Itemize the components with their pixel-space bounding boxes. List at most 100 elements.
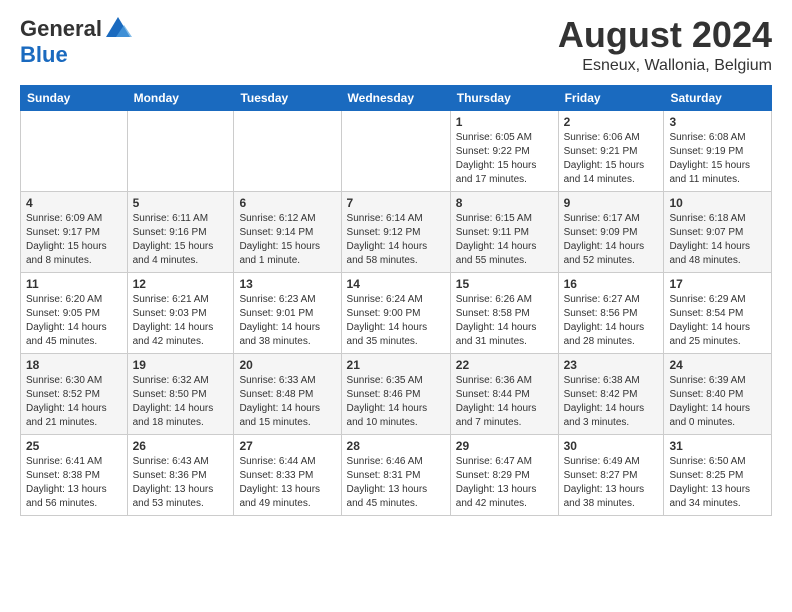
day-info: Sunrise: 6:24 AM Sunset: 9:00 PM Dayligh… bbox=[347, 293, 445, 349]
day-number: 11 bbox=[26, 277, 122, 291]
title-block: August 2024 Esneux, Wallonia, Belgium bbox=[558, 15, 772, 75]
week-row-1: 1Sunrise: 6:05 AM Sunset: 9:22 PM Daylig… bbox=[21, 110, 772, 191]
day-number: 28 bbox=[347, 439, 445, 453]
day-cell: 10Sunrise: 6:18 AM Sunset: 9:07 PM Dayli… bbox=[664, 191, 772, 272]
day-cell: 11 Sunrise: 6:20 AM Sunset: 9:05 PM Dayli… bbox=[21, 272, 128, 353]
day-info: Sunrise: 6:27 AM Sunset: 8:56 PM Dayligh… bbox=[564, 293, 659, 349]
day-cell bbox=[21, 110, 128, 191]
weekday-header-friday: Friday bbox=[558, 85, 664, 110]
day-number: 31 bbox=[669, 439, 766, 453]
day-cell: 20Sunrise: 6:33 AM Sunset: 8:48 PM Dayli… bbox=[234, 353, 341, 434]
day-number: 5 bbox=[133, 196, 229, 210]
day-cell: 28 Sunrise: 6:46 AM Sunset: 8:31 PM Dayli… bbox=[341, 434, 450, 515]
day-info: Sunrise: 6:30 AM Sunset: 8:52 PM Dayligh… bbox=[26, 374, 122, 430]
day-cell: 19 Sunrise: 6:32 AM Sunset: 8:50 PM Dayli… bbox=[127, 353, 234, 434]
location: Esneux, Wallonia, Belgium bbox=[558, 57, 772, 75]
logo: General Blue bbox=[20, 15, 132, 67]
day-cell bbox=[341, 110, 450, 191]
day-cell: 5 Sunrise: 6:11 AM Sunset: 9:16 PM Daylig… bbox=[127, 191, 234, 272]
day-number: 14 bbox=[347, 277, 445, 291]
weekday-header-monday: Monday bbox=[127, 85, 234, 110]
day-cell: 4 Sunrise: 6:09 AM Sunset: 9:17 PM Daylig… bbox=[21, 191, 128, 272]
day-cell: 9 Sunrise: 6:17 AM Sunset: 9:09 PM Daylig… bbox=[558, 191, 664, 272]
day-info: Sunrise: 6:35 AM Sunset: 8:46 PM Dayligh… bbox=[347, 374, 445, 430]
day-number: 30 bbox=[564, 439, 659, 453]
day-number: 12 bbox=[133, 277, 229, 291]
day-cell: 14 Sunrise: 6:24 AM Sunset: 9:00 PM Dayli… bbox=[341, 272, 450, 353]
day-info: Sunrise: 6:43 AM Sunset: 8:36 PM Dayligh… bbox=[133, 455, 229, 511]
day-number: 21 bbox=[347, 358, 445, 372]
day-number: 18 bbox=[26, 358, 122, 372]
day-cell: 8 Sunrise: 6:15 AM Sunset: 9:11 PM Daylig… bbox=[450, 191, 558, 272]
day-number: 13 bbox=[239, 277, 335, 291]
day-cell: 26Sunrise: 6:43 AM Sunset: 8:36 PM Dayli… bbox=[127, 434, 234, 515]
day-cell: 31 Sunrise: 6:50 AM Sunset: 8:25 PM Dayli… bbox=[664, 434, 772, 515]
day-info: Sunrise: 6:49 AM Sunset: 8:27 PM Dayligh… bbox=[564, 455, 659, 511]
day-info: Sunrise: 6:17 AM Sunset: 9:09 PM Dayligh… bbox=[564, 212, 659, 268]
day-info: Sunrise: 6:15 AM Sunset: 9:11 PM Dayligh… bbox=[456, 212, 553, 268]
weekday-header-wednesday: Wednesday bbox=[341, 85, 450, 110]
weekday-header-saturday: Saturday bbox=[664, 85, 772, 110]
logo-blue: Blue bbox=[20, 43, 132, 67]
day-info: Sunrise: 6:12 AM Sunset: 9:14 PM Dayligh… bbox=[239, 212, 335, 268]
day-info: Sunrise: 6:46 AM Sunset: 8:31 PM Dayligh… bbox=[347, 455, 445, 511]
day-info: Sunrise: 6:18 AM Sunset: 9:07 PM Dayligh… bbox=[669, 212, 766, 268]
day-cell: 23 Sunrise: 6:38 AM Sunset: 8:42 PM Dayli… bbox=[558, 353, 664, 434]
day-number: 2 bbox=[564, 115, 659, 129]
day-info: Sunrise: 6:39 AM Sunset: 8:40 PM Dayligh… bbox=[669, 374, 766, 430]
day-info: Sunrise: 6:11 AM Sunset: 9:16 PM Dayligh… bbox=[133, 212, 229, 268]
weekday-header-row: SundayMondayTuesdayWednesdayThursdayFrid… bbox=[21, 85, 772, 110]
day-number: 7 bbox=[347, 196, 445, 210]
day-number: 9 bbox=[564, 196, 659, 210]
weekday-header-tuesday: Tuesday bbox=[234, 85, 341, 110]
day-cell: 13Sunrise: 6:23 AM Sunset: 9:01 PM Dayli… bbox=[234, 272, 341, 353]
day-cell: 30 Sunrise: 6:49 AM Sunset: 8:27 PM Dayli… bbox=[558, 434, 664, 515]
day-number: 8 bbox=[456, 196, 553, 210]
day-number: 25 bbox=[26, 439, 122, 453]
day-info: Sunrise: 6:36 AM Sunset: 8:44 PM Dayligh… bbox=[456, 374, 553, 430]
day-info: Sunrise: 6:26 AM Sunset: 8:58 PM Dayligh… bbox=[456, 293, 553, 349]
day-info: Sunrise: 6:09 AM Sunset: 9:17 PM Dayligh… bbox=[26, 212, 122, 268]
week-row-5: 25 Sunrise: 6:41 AM Sunset: 8:38 PM Dayli… bbox=[21, 434, 772, 515]
day-cell: 15 Sunrise: 6:26 AM Sunset: 8:58 PM Dayli… bbox=[450, 272, 558, 353]
day-number: 15 bbox=[456, 277, 553, 291]
day-number: 24 bbox=[669, 358, 766, 372]
day-cell: 22 Sunrise: 6:36 AM Sunset: 8:44 PM Dayli… bbox=[450, 353, 558, 434]
day-cell: 6Sunrise: 6:12 AM Sunset: 9:14 PM Daylig… bbox=[234, 191, 341, 272]
day-cell: 29Sunrise: 6:47 AM Sunset: 8:29 PM Dayli… bbox=[450, 434, 558, 515]
day-info: Sunrise: 6:38 AM Sunset: 8:42 PM Dayligh… bbox=[564, 374, 659, 430]
day-cell: 21 Sunrise: 6:35 AM Sunset: 8:46 PM Dayli… bbox=[341, 353, 450, 434]
day-number: 17 bbox=[669, 277, 766, 291]
day-cell: 3 Sunrise: 6:08 AM Sunset: 9:19 PM Daylig… bbox=[664, 110, 772, 191]
day-info: Sunrise: 6:44 AM Sunset: 8:33 PM Dayligh… bbox=[239, 455, 335, 511]
week-row-2: 4 Sunrise: 6:09 AM Sunset: 9:17 PM Daylig… bbox=[21, 191, 772, 272]
week-row-3: 11 Sunrise: 6:20 AM Sunset: 9:05 PM Dayli… bbox=[21, 272, 772, 353]
day-info: Sunrise: 6:29 AM Sunset: 8:54 PM Dayligh… bbox=[669, 293, 766, 349]
calendar-table: SundayMondayTuesdayWednesdayThursdayFrid… bbox=[20, 85, 772, 516]
day-number: 22 bbox=[456, 358, 553, 372]
day-cell: 1Sunrise: 6:05 AM Sunset: 9:22 PM Daylig… bbox=[450, 110, 558, 191]
day-number: 3 bbox=[669, 115, 766, 129]
day-number: 16 bbox=[564, 277, 659, 291]
header: General Blue August 2024 Esneux, Walloni… bbox=[20, 15, 772, 75]
day-cell bbox=[234, 110, 341, 191]
page: General Blue August 2024 Esneux, Walloni… bbox=[0, 0, 792, 612]
day-info: Sunrise: 6:32 AM Sunset: 8:50 PM Dayligh… bbox=[133, 374, 229, 430]
day-cell: 16 Sunrise: 6:27 AM Sunset: 8:56 PM Dayli… bbox=[558, 272, 664, 353]
day-info: Sunrise: 6:08 AM Sunset: 9:19 PM Dayligh… bbox=[669, 131, 766, 187]
day-number: 19 bbox=[133, 358, 229, 372]
day-cell: 18 Sunrise: 6:30 AM Sunset: 8:52 PM Dayli… bbox=[21, 353, 128, 434]
day-info: Sunrise: 6:50 AM Sunset: 8:25 PM Dayligh… bbox=[669, 455, 766, 511]
day-number: 4 bbox=[26, 196, 122, 210]
day-info: Sunrise: 6:41 AM Sunset: 8:38 PM Dayligh… bbox=[26, 455, 122, 511]
weekday-header-sunday: Sunday bbox=[21, 85, 128, 110]
day-number: 20 bbox=[239, 358, 335, 372]
day-info: Sunrise: 6:06 AM Sunset: 9:21 PM Dayligh… bbox=[564, 131, 659, 187]
day-info: Sunrise: 6:20 AM Sunset: 9:05 PM Dayligh… bbox=[26, 293, 122, 349]
day-number: 23 bbox=[564, 358, 659, 372]
logo-general: General bbox=[20, 17, 102, 41]
weekday-header-thursday: Thursday bbox=[450, 85, 558, 110]
day-number: 29 bbox=[456, 439, 553, 453]
day-cell: 12Sunrise: 6:21 AM Sunset: 9:03 PM Dayli… bbox=[127, 272, 234, 353]
day-cell: 25 Sunrise: 6:41 AM Sunset: 8:38 PM Dayli… bbox=[21, 434, 128, 515]
